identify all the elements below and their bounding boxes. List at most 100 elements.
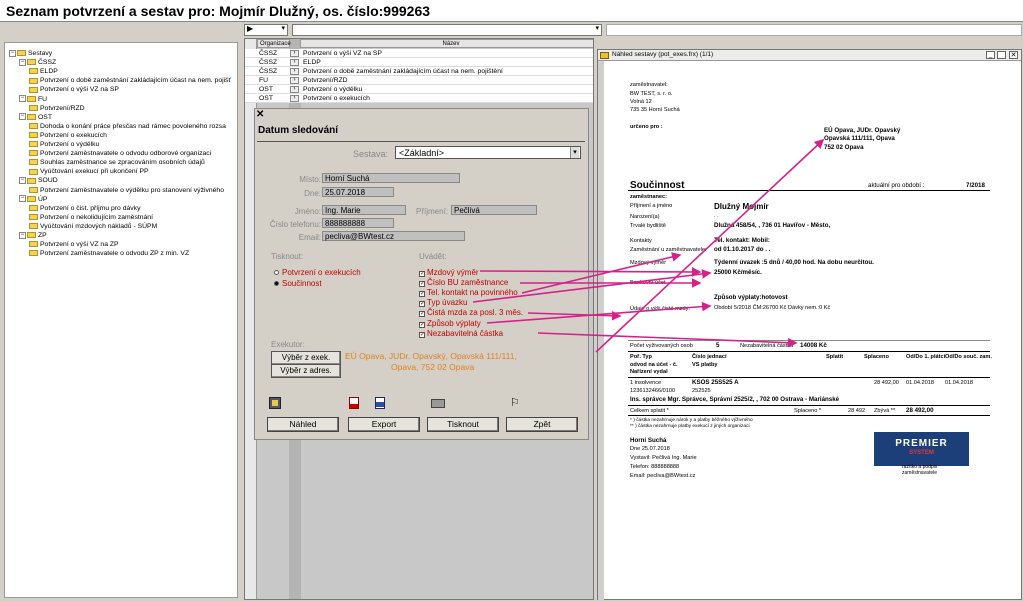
column-header-organization[interactable]: Organizace: [257, 39, 291, 48]
include-checkbox[interactable]: ✓ Mzdový výměr: [419, 268, 479, 277]
divider: [628, 405, 990, 406]
include-checkbox[interactable]: ✓ Tel. kontakt na povinného: [419, 288, 518, 298]
collapse-icon[interactable]: −: [19, 113, 26, 121]
report-tree[interactable]: − Sestavy − ČSSZ ELDP Potvrzení o době zaměst…: [4, 42, 238, 598]
tree-node[interactable]: Souhlas zaměstnance se zpracováním osobn…: [29, 158, 205, 167]
folder-icon: [29, 250, 38, 257]
collapse-icon[interactable]: −: [19, 195, 26, 203]
detail-label: Bankovní účet: [630, 280, 666, 286]
pdf-icon[interactable]: [349, 397, 359, 409]
minimize-icon[interactable]: _: [986, 51, 995, 59]
tree-node-label: OST: [38, 113, 52, 121]
jmeno-field[interactable]: Ing. Marie: [322, 205, 406, 215]
table-row[interactable]: FU › Potvrzení/RZD: [245, 76, 593, 85]
tree-node[interactable]: Potvrzení o výdělku: [29, 140, 99, 149]
tree-node[interactable]: − ÚP: [19, 195, 47, 204]
radio-exekuce[interactable]: Potvrzení o exekucích: [274, 268, 361, 277]
tree-node[interactable]: Potvrzení o čist. příjmu pro dávky: [29, 204, 140, 213]
misto-field[interactable]: Horní Suchá: [322, 173, 460, 183]
tree-node[interactable]: − OST: [19, 113, 52, 122]
tree-node[interactable]: Dohoda o konání práce přesčas nad rámec …: [29, 122, 226, 131]
detail-value: Týdenní úvazek :5 dnů / 40,00 hod. Na do…: [714, 259, 874, 266]
close-icon[interactable]: ✕: [1009, 51, 1018, 59]
checkbox-checked-icon[interactable]: ✓: [419, 331, 425, 338]
tree-node[interactable]: Potvrzení o výši VZ na SP: [29, 85, 119, 94]
radio-selected-icon[interactable]: [274, 281, 279, 286]
email-field[interactable]: pecliva@BWtest.cz: [322, 231, 465, 241]
expand-icon[interactable]: ›: [290, 77, 299, 84]
checkbox-checked-icon[interactable]: ✓: [419, 291, 425, 298]
tree-node[interactable]: Potvrzení zaměstnavatele o odvodu ZP z m…: [29, 249, 189, 258]
tree-node-label: ÚP: [38, 195, 48, 203]
tree-node[interactable]: Potvrzení zaměstnavatele o odvodu odboro…: [29, 149, 211, 158]
printer-icon[interactable]: [431, 399, 445, 408]
tree-node[interactable]: Potvrzení o výši VZ na ZP: [29, 240, 119, 249]
sestava-select[interactable]: <Základní> ▾: [395, 146, 581, 159]
running-man-icon[interactable]: ⚐: [510, 396, 520, 409]
search-dropdown[interactable]: ▾: [292, 24, 602, 36]
filter-dropdown[interactable]: ▶ ▾: [244, 24, 288, 36]
telefon-field[interactable]: 888888888: [322, 218, 394, 228]
tree-node[interactable]: ELDP: [29, 67, 58, 76]
tree-node[interactable]: − ZP: [19, 231, 47, 240]
select-from-executions-button[interactable]: Výběr z exek.: [271, 351, 341, 365]
back-button[interactable]: Zpět: [506, 417, 578, 432]
export-button[interactable]: Export: [348, 417, 420, 432]
tree-node[interactable]: Potvrzení zaměstnavatele o výdělku pro s…: [29, 186, 224, 195]
radio-soucinnost[interactable]: Součinnost: [274, 279, 322, 288]
tree-node[interactable]: Vyúčtování exekucí při ukončení PP: [29, 167, 149, 176]
word-icon[interactable]: [375, 397, 385, 409]
checkbox-checked-icon[interactable]: ✓: [419, 301, 425, 308]
tree-node[interactable]: Vyúčtování mzdových nákladů - SÚPM: [29, 222, 157, 231]
filter-field[interactable]: [606, 24, 1022, 36]
table-row[interactable]: OST › Potvrzení o exekucích: [245, 94, 593, 103]
table-row[interactable]: ČSSZ › ELDP: [245, 58, 593, 67]
expand-icon[interactable]: ›: [290, 68, 299, 75]
tree-node-label: Dohoda o konání práce přesčas nad rámec …: [40, 122, 226, 130]
expand-icon[interactable]: ›: [290, 86, 299, 93]
table-row[interactable]: ČSSZ › Potvrzení o době zaměstnání zakláda…: [245, 67, 593, 76]
expand-icon[interactable]: ›: [290, 59, 299, 66]
checkbox-checked-icon[interactable]: ✓: [419, 281, 425, 288]
preview-icon[interactable]: [269, 397, 281, 409]
close-icon[interactable]: ✕: [256, 109, 264, 120]
include-checkbox[interactable]: ✓ Nezabavitelná částka: [419, 329, 503, 338]
preview-title: Náhled sestavy (pot_exes.frx) (1/1): [612, 51, 714, 58]
dne-field[interactable]: 25.07.2018: [322, 187, 394, 197]
radio-icon[interactable]: [274, 270, 279, 275]
expand-icon[interactable]: ›: [290, 50, 299, 57]
include-checkbox[interactable]: ✓ Číslo BU zaměstnance: [419, 278, 508, 288]
collapse-icon[interactable]: −: [19, 231, 26, 239]
collapse-icon[interactable]: −: [19, 177, 26, 185]
employer-city: 735 35 Horní Suchá: [630, 107, 680, 113]
include-checkbox[interactable]: ✓ Typ úvazku: [419, 298, 467, 308]
preview-button[interactable]: Náhled: [267, 417, 339, 432]
table-row[interactable]: OST › Potvrzení o výdělku: [245, 85, 593, 94]
maximize-icon[interactable]: [997, 51, 1006, 59]
prijmeni-field[interactable]: Pečlivá: [451, 205, 537, 215]
collapse-icon[interactable]: −: [19, 95, 26, 103]
checkbox-checked-icon[interactable]: ✓: [419, 311, 425, 318]
select-from-addresses-button[interactable]: Výběr z adres.: [271, 364, 341, 378]
tree-node[interactable]: Potvrzení o době zaměstnání zakládajícím…: [29, 76, 231, 85]
tree-node[interactable]: Potvrzení o nekolidujícím zaměstnání: [29, 213, 153, 222]
include-checkbox[interactable]: ✓ Způsob výplaty: [419, 319, 481, 328]
include-checkbox[interactable]: ✓ Čistá mzda za posl. 3 měs.: [419, 308, 523, 318]
column-header-name[interactable]: Název: [300, 39, 593, 48]
tree-node[interactable]: − ČSSZ: [19, 58, 56, 67]
chevron-down-icon[interactable]: ▾: [570, 147, 579, 158]
tree-node[interactable]: Potvrzení o exekucích: [29, 131, 107, 140]
checkbox-checked-icon[interactable]: ✓: [419, 271, 425, 277]
tracking-date-dialog: ✕ Datum sledování Sestava: <Základní> ▾ M…: [254, 108, 589, 440]
tree-node[interactable]: Potvrzení/RZD: [29, 104, 85, 113]
table-row[interactable]: ČSSZ › Potvrzení o výši VZ na SP: [245, 49, 593, 58]
collapse-icon[interactable]: −: [9, 49, 16, 57]
collapse-icon[interactable]: −: [19, 58, 26, 66]
tree-node[interactable]: − SOUD: [19, 176, 58, 185]
tree-node[interactable]: − Sestavy: [9, 49, 52, 58]
tree-node[interactable]: − FU: [19, 95, 47, 104]
name-cell: Potvrzení o výdělku: [303, 86, 363, 93]
checkbox-checked-icon[interactable]: ✓: [419, 321, 425, 328]
print-button[interactable]: Tisknout: [427, 417, 499, 432]
expand-icon[interactable]: ›: [290, 95, 299, 102]
